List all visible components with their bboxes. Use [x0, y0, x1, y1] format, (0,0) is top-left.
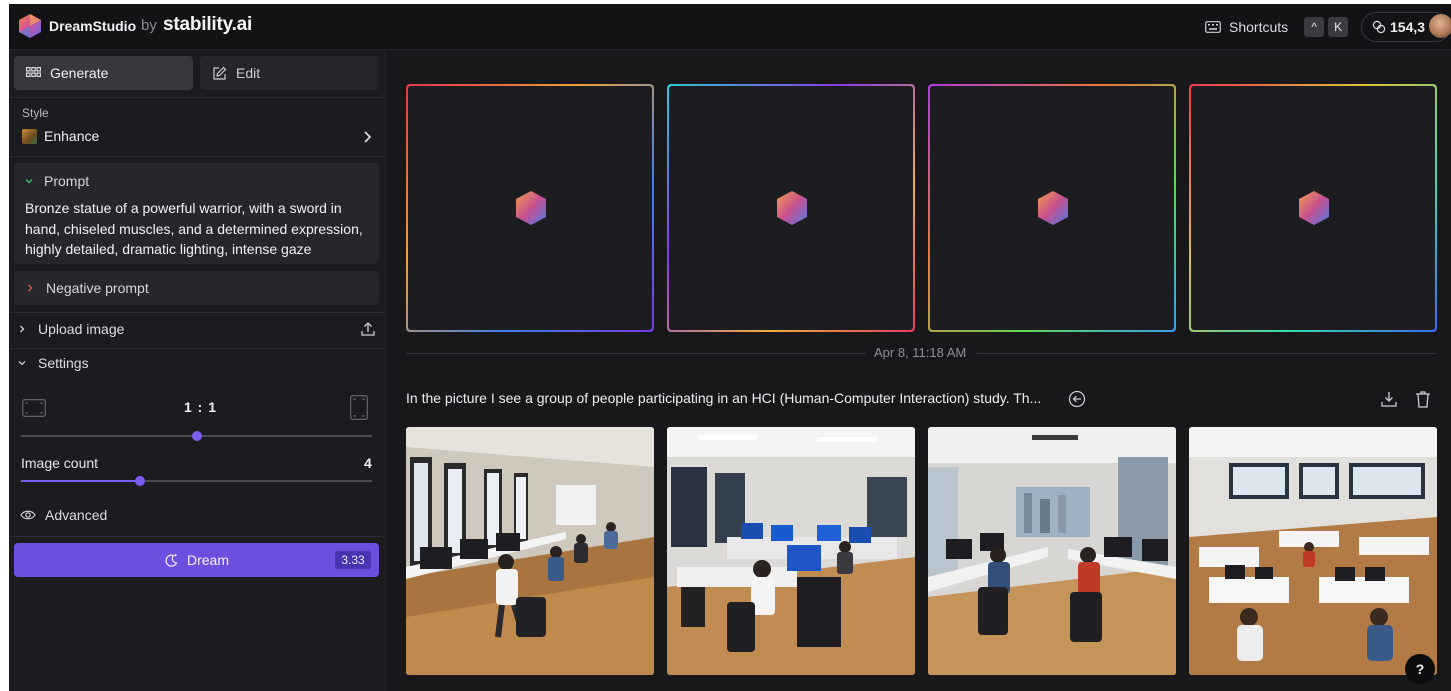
image-count-slider-fill	[21, 480, 140, 482]
brand-by: by	[141, 17, 157, 34]
tab-generate[interactable]: Generate	[14, 56, 193, 90]
negative-prompt-label: Negative prompt	[46, 280, 149, 296]
prompt-label: Prompt	[44, 173, 90, 189]
dream-button-label: Dream	[187, 552, 230, 568]
dream-button-content: Dream	[164, 552, 229, 568]
tab-edit-label: Edit	[236, 65, 261, 81]
divider	[9, 156, 386, 157]
upload-icon[interactable]	[360, 321, 376, 337]
keyboard-icon	[1205, 21, 1221, 33]
pending-image-slot-2[interactable]	[667, 84, 915, 332]
moon-stars-icon	[165, 553, 178, 567]
prompt-input[interactable]: Bronze statue of a powerful warrior, wit…	[25, 198, 375, 260]
chevron-right-icon	[20, 325, 25, 333]
grid-icon	[26, 66, 41, 77]
chevron-right-icon[interactable]	[360, 130, 374, 144]
aspect-ratio-value: 1 : 1	[184, 399, 218, 415]
office-photo	[1189, 427, 1437, 675]
image-count-label: Image count	[21, 455, 99, 471]
dreamstudio-app: DreamStudio by stability.ai Shortcuts ^ …	[9, 4, 1451, 691]
style-selector[interactable]: Enhance	[22, 128, 99, 144]
generation-timestamp: Apr 8, 11:18 AM	[874, 345, 967, 360]
office-photo	[928, 427, 1176, 675]
divider	[9, 348, 386, 349]
office-photo	[667, 427, 915, 675]
help-button[interactable]: ?	[1405, 654, 1435, 684]
result-image-4[interactable]	[1189, 427, 1437, 675]
aspect-ratio-slider-thumb[interactable]	[192, 431, 202, 441]
landscape-aspect-icon[interactable]	[22, 399, 46, 417]
image-count-slider-thumb[interactable]	[135, 476, 145, 486]
sidebar: Generate Edit Style Enhance Prompt Bronz…	[9, 50, 386, 691]
prompt-header[interactable]: Prompt	[24, 173, 89, 189]
reuse-prompt-icon[interactable]	[1068, 390, 1086, 408]
timestamp-divider-left	[406, 353, 866, 354]
advanced-toggle[interactable]: Advanced	[20, 507, 107, 523]
image-count-value: 4	[364, 455, 372, 471]
aspect-ratio-slider-fill	[21, 435, 197, 437]
advanced-label: Advanced	[45, 507, 108, 523]
download-icon[interactable]	[1380, 390, 1398, 408]
shortcuts-button[interactable]: Shortcuts ^ K	[1205, 17, 1349, 37]
chevron-down-icon	[18, 361, 26, 366]
shortcut-key-k: K	[1328, 17, 1349, 37]
divider	[9, 97, 386, 98]
portrait-aspect-icon[interactable]	[350, 395, 368, 420]
divider	[9, 312, 386, 313]
trash-icon[interactable]	[1415, 390, 1431, 408]
generation-prompt-caption[interactable]: In the picture I see a group of people p…	[406, 390, 1041, 406]
dream-button[interactable]: Dream 3.33	[14, 543, 379, 577]
loading-hex-icon	[516, 191, 546, 225]
credits-value: 154,3	[1390, 19, 1426, 35]
style-label: Style	[22, 106, 49, 120]
brand-company: stability.ai	[163, 14, 253, 35]
chevron-down-icon	[25, 179, 33, 184]
tab-generate-label: Generate	[50, 65, 109, 81]
office-photo	[406, 427, 654, 675]
image-count-slider[interactable]	[21, 476, 372, 486]
chevron-right-icon	[28, 284, 33, 292]
style-thumbnail	[22, 128, 37, 144]
shortcut-key-ctrl: ^	[1304, 17, 1325, 37]
pending-image-slot-1[interactable]	[406, 84, 654, 332]
result-image-2[interactable]	[667, 427, 915, 675]
prompt-panel[interactable]: Prompt Bronze statue of a powerful warri…	[14, 163, 379, 264]
result-image-3[interactable]	[928, 427, 1176, 675]
settings-row[interactable]: Settings	[17, 355, 89, 371]
dream-cost-badge: 3.33	[335, 551, 371, 569]
loading-hex-icon	[777, 191, 807, 225]
style-value: Enhance	[44, 128, 100, 144]
brand-name: DreamStudio	[49, 18, 137, 34]
timestamp-divider-right	[977, 353, 1437, 354]
pending-image-slot-4[interactable]	[1189, 84, 1437, 332]
results-area: Apr 8, 11:18 AM In the picture I see a g…	[387, 50, 1451, 691]
top-bar: DreamStudio by stability.ai Shortcuts ^ …	[9, 4, 1451, 50]
result-image-1[interactable]	[406, 427, 654, 675]
logo-icon[interactable]	[17, 13, 43, 39]
settings-label: Settings	[38, 355, 89, 371]
avatar[interactable]	[1429, 14, 1451, 38]
loading-hex-icon	[1038, 191, 1068, 225]
shortcuts-label: Shortcuts	[1229, 19, 1289, 35]
divider	[9, 536, 386, 537]
upload-image-label: Upload image	[38, 321, 125, 337]
tab-edit[interactable]: Edit	[200, 56, 379, 90]
eye-icon	[20, 510, 36, 520]
edit-icon	[213, 66, 227, 80]
negative-prompt-panel[interactable]: Negative prompt	[14, 271, 379, 305]
upload-image-row[interactable]: Upload image	[17, 321, 124, 337]
credits-icon	[1372, 20, 1386, 34]
aspect-ratio-slider[interactable]	[21, 431, 372, 441]
pending-image-slot-3[interactable]	[928, 84, 1176, 332]
loading-hex-icon	[1299, 191, 1329, 225]
